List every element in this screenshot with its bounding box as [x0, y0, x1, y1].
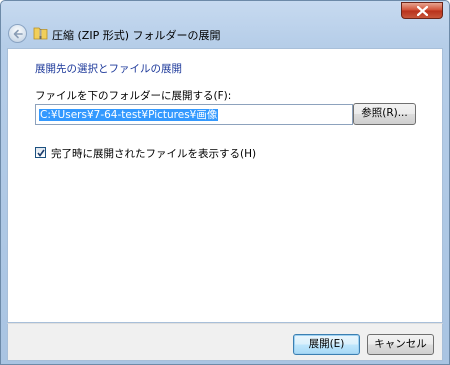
extract-dialog-window: 圧縮 (ZIP 形式) フォルダーの展開 展開先の選択とファイルの展開 ファイル…: [0, 0, 450, 365]
close-button[interactable]: [401, 2, 443, 19]
zip-folder-icon: [33, 27, 48, 40]
extract-button[interactable]: 展開(E): [293, 334, 360, 355]
browse-button[interactable]: 参照(R)...: [353, 103, 416, 125]
content-area: 展開先の選択とファイルの展開 ファイルを下のフォルダーに展開する(F): C:¥…: [7, 48, 443, 323]
checkmark-icon: [37, 149, 45, 157]
close-icon: [417, 6, 428, 16]
show-files-label[interactable]: 完了時に展開されたファイルを表示する(H): [51, 146, 256, 161]
show-files-checkbox[interactable]: [35, 147, 46, 158]
dialog-title: 圧縮 (ZIP 形式) フォルダーの展開: [52, 29, 221, 42]
cancel-button[interactable]: キャンセル: [367, 334, 434, 355]
button-bar: 展開(E) キャンセル: [7, 323, 443, 361]
destination-label: ファイルを下のフォルダーに展開する(F):: [35, 90, 232, 102]
destination-path-input[interactable]: C:¥Users¥7-64-test¥Pictures¥画像: [35, 104, 353, 125]
section-heading: 展開先の選択とファイルの展開: [35, 63, 182, 75]
back-arrow-icon: [13, 29, 23, 39]
back-button[interactable]: [8, 24, 27, 43]
destination-path-value: C:¥Users¥7-64-test¥Pictures¥画像: [39, 109, 219, 121]
title-bar[interactable]: [1, 1, 449, 21]
navigation-bar: 圧縮 (ZIP 形式) フォルダーの展開: [1, 21, 449, 47]
